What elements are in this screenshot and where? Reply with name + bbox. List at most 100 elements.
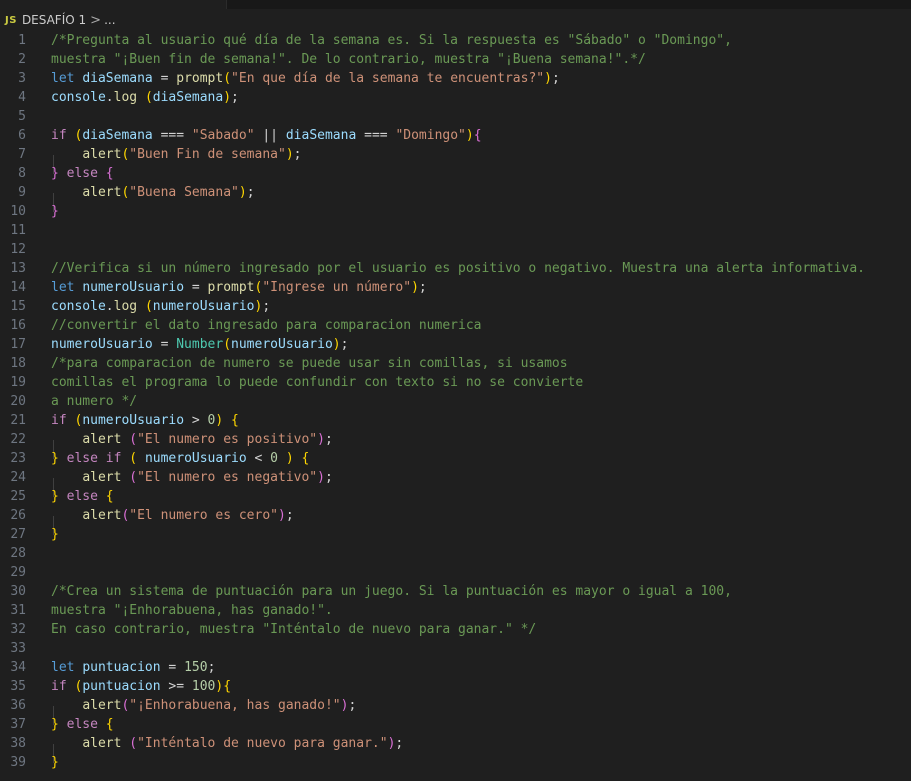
code-text: muestra "¡Buen fin de semana!". De lo co…	[51, 50, 646, 69]
code-line[interactable]: 11	[0, 221, 911, 240]
code-line[interactable]: 8} else {	[0, 164, 911, 183]
code-line[interactable]: 20 a numero */	[0, 392, 911, 411]
code-token: if	[51, 128, 67, 143]
code-line[interactable]: 38 alert ("Inténtalo de nuevo para ganar…	[0, 734, 911, 753]
code-token: (	[223, 71, 232, 86]
code-token: /*Crea un sistema de puntuación para un …	[51, 584, 732, 599]
code-text: let diaSemana = prompt("En que día de la…	[51, 69, 560, 88]
code-line[interactable]: 34 let puntuacion = 150;	[0, 658, 911, 677]
code-token: "Inténtalo de nuevo para ganar."	[137, 736, 388, 751]
code-line[interactable]: 16 //convertir el dato ingresado para com…	[0, 316, 911, 335]
code-token: alert	[82, 432, 122, 447]
code-line[interactable]: 18 /*para comparacion de numero se puede …	[0, 354, 911, 373]
code-line[interactable]: 32 En caso contrario, muestra "Inténtalo …	[0, 620, 911, 639]
code-token: 0	[270, 451, 278, 466]
code-line[interactable]: 37} else {	[0, 715, 911, 734]
code-token: 100	[191, 679, 216, 694]
code-token: {	[473, 128, 482, 143]
code-line[interactable]: 13 //Verifica si un número ingresado por …	[0, 259, 911, 278]
code-line[interactable]: 21 if (numeroUsuario > 0) {	[0, 411, 911, 430]
code-token: ;	[231, 90, 239, 105]
code-line[interactable]: 35 if (puntuacion >= 100){	[0, 677, 911, 696]
code-line[interactable]: 6 if (diaSemana === "Sabado" || diaSemana…	[0, 126, 911, 145]
code-text: /*Pregunta al usuario qué día de la sema…	[51, 31, 732, 50]
code-text: alert("Buen Fin de semana");	[51, 145, 301, 164]
code-line[interactable]: 4 console.log (diaSemana);	[0, 88, 911, 107]
code-token: )	[465, 128, 474, 143]
code-token: ;	[293, 147, 302, 162]
code-editor[interactable]: 1 /*Pregunta al usuario qué día de la sem…	[0, 31, 911, 781]
code-text: //convertir el dato ingresado para compa…	[51, 316, 481, 335]
breadcrumb-more[interactable]: ...	[104, 13, 115, 27]
code-text: } else {	[51, 487, 114, 506]
code-token: =	[152, 71, 177, 86]
code-line[interactable]: 17 numeroUsuario = Number(numeroUsuario);	[0, 335, 911, 354]
code-line[interactable]: 31 muestra "¡Enhorabuena, has ganado!".	[0, 601, 911, 620]
code-token: {	[301, 451, 310, 466]
code-token: else	[66, 489, 98, 504]
code-token: )	[285, 451, 294, 466]
code-line[interactable]: 5	[0, 107, 911, 126]
code-line[interactable]: 22 alert ("El numero es positivo");	[0, 430, 911, 449]
code-text: }	[51, 202, 59, 221]
code-token: }	[51, 527, 59, 542]
code-line[interactable]: 39}	[0, 753, 911, 772]
code-token: )	[278, 508, 286, 523]
code-text: if (diaSemana === "Sabado" || diaSemana …	[51, 126, 482, 145]
code-text: a numero */	[51, 392, 137, 411]
code-line[interactable]: 24 alert ("El numero es negativo");	[0, 468, 911, 487]
code-line[interactable]: 9 alert("Buena Semana");	[0, 183, 911, 202]
code-line[interactable]: 10}	[0, 202, 911, 221]
code-line[interactable]: 14 let numeroUsuario = prompt("Ingrese un…	[0, 278, 911, 297]
code-line[interactable]: 12	[0, 240, 911, 259]
code-token: =	[184, 280, 208, 295]
line-number: 38	[10, 736, 26, 751]
javascript-file-icon: JS	[5, 14, 17, 26]
code-text: alert ("Inténtalo de nuevo para ganar.")…	[51, 734, 403, 753]
code-text: }	[51, 525, 59, 544]
code-token: ;	[418, 280, 427, 295]
code-token: {	[223, 679, 232, 694]
code-token: "El numero es positivo"	[137, 432, 318, 447]
code-token: let	[51, 280, 75, 295]
code-line[interactable]: 7 alert("Buen Fin de semana");	[0, 145, 911, 164]
code-token: {	[105, 489, 114, 504]
code-line[interactable]: 1 /*Pregunta al usuario qué día de la sem…	[0, 31, 911, 50]
code-line[interactable]: 27}	[0, 525, 911, 544]
code-line[interactable]: 26 alert("El numero es cero");	[0, 506, 911, 525]
line-number: 23	[10, 451, 26, 466]
line-number: 30	[10, 584, 26, 599]
code-line[interactable]: 3 let diaSemana = prompt("En que día de l…	[0, 69, 911, 88]
code-token: ;	[324, 470, 333, 485]
code-token: alert	[82, 185, 122, 200]
code-text: /*Crea un sistema de puntuación para un …	[51, 582, 732, 601]
line-number: 4	[18, 90, 26, 105]
code-line[interactable]: 28	[0, 544, 911, 563]
code-line[interactable]: 19 comillas el programa lo puede confundi…	[0, 373, 911, 392]
code-text: alert("¡Enhorabuena, has ganado!");	[51, 696, 356, 715]
code-token: )	[238, 185, 247, 200]
code-line[interactable]: 23} else if ( numeroUsuario < 0 ) {	[0, 449, 911, 468]
code-line[interactable]: 30 /*Crea un sistema de puntuación para u…	[0, 582, 911, 601]
line-number: 11	[10, 223, 26, 238]
breadcrumb-folder[interactable]: DESAFÍO 1	[22, 13, 86, 27]
code-line[interactable]: 25} else {	[0, 487, 911, 506]
code-token: )	[317, 470, 325, 485]
line-number: 14	[10, 280, 26, 295]
code-token: ;	[262, 299, 271, 314]
line-number: 8	[18, 166, 26, 181]
code-line[interactable]: 36 alert("¡Enhorabuena, has ganado!");	[0, 696, 911, 715]
code-token: )	[285, 147, 294, 162]
line-number: 16	[10, 318, 26, 333]
code-line[interactable]: 29	[0, 563, 911, 582]
code-line[interactable]: 2 muestra "¡Buen fin de semana!". De lo c…	[0, 50, 911, 69]
code-line[interactable]: 15 console.log (numeroUsuario);	[0, 297, 911, 316]
line-number: 12	[10, 242, 26, 257]
active-editor-tab[interactable]	[0, 0, 227, 9]
code-line[interactable]: 33	[0, 639, 911, 658]
code-token: alert	[82, 736, 122, 751]
